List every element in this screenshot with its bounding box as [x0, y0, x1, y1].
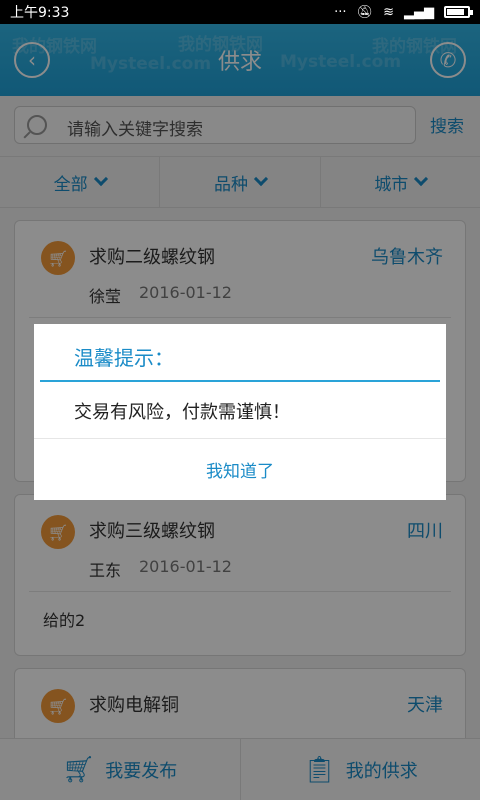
wifi-icon: ≋: [383, 4, 394, 20]
dialog-title-divider: [40, 380, 440, 382]
dialog-message: 交易有风险，付款需谨慎！: [74, 402, 290, 423]
signal-icon: ▂▄▆: [404, 4, 434, 20]
dialog-title: 温馨提示：: [74, 346, 174, 370]
more-dots-icon: ···: [334, 4, 347, 20]
battery-fill: [447, 9, 464, 15]
battery-icon: [444, 6, 473, 18]
status-icons: ··· 🔕︎ ≋ ▂▄▆: [334, 4, 473, 20]
status-bar: 上午9:33 ··· 🔕︎ ≋ ▂▄▆: [0, 0, 480, 24]
mute-icon: 🔕︎: [356, 4, 374, 20]
status-time: 上午9:33: [10, 5, 70, 21]
alert-dialog: 温馨提示： 交易有风险，付款需谨慎！ 我知道了: [34, 324, 446, 500]
dialog-confirm-button[interactable]: 我知道了: [34, 439, 446, 500]
